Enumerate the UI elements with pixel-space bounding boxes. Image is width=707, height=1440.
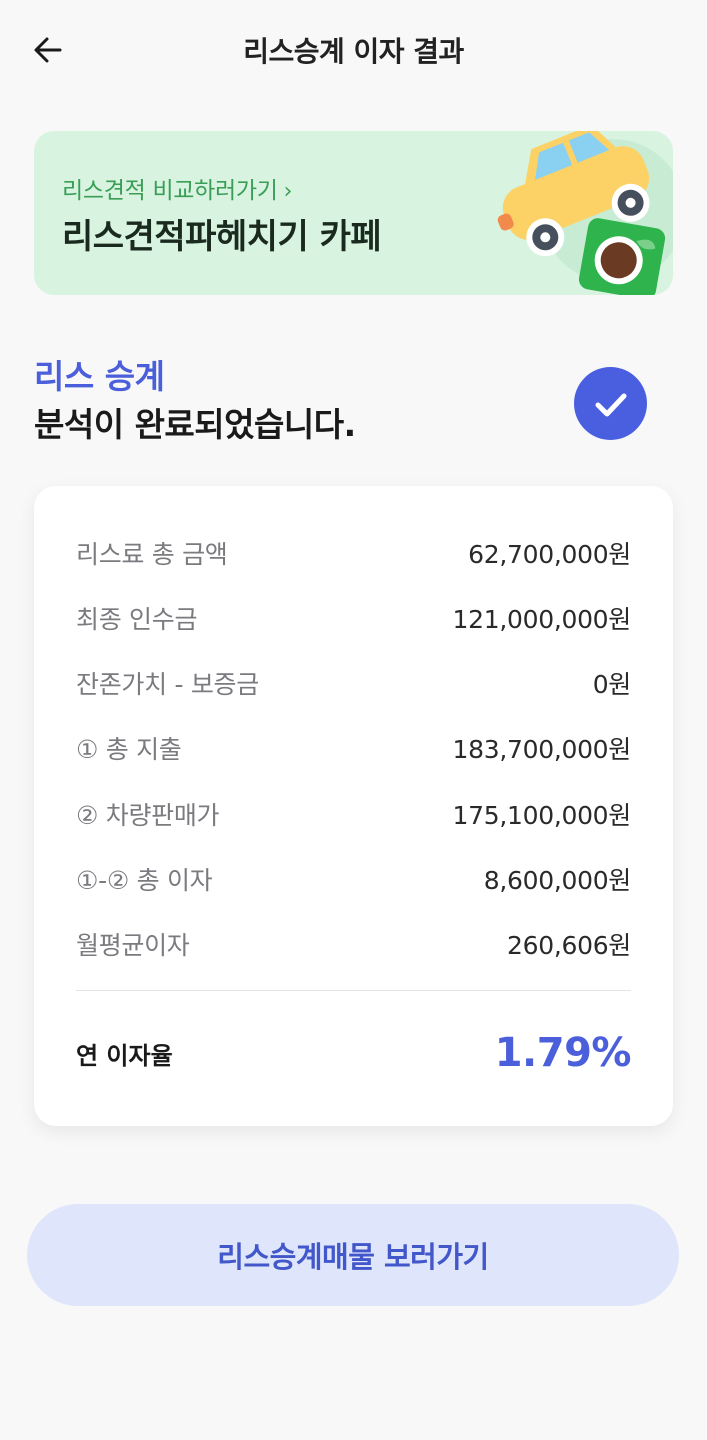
page-title: 리스승계 이자 결과 bbox=[243, 35, 464, 68]
detail-value: 8,600,000원 bbox=[483, 866, 632, 895]
detail-value: 62,700,000원 bbox=[468, 540, 631, 569]
detail-label: ① 총 지출 bbox=[76, 735, 182, 764]
detail-row: 최종 인수금 121,000,000원 bbox=[76, 598, 631, 638]
detail-label: 월평균이자 bbox=[76, 931, 190, 960]
detail-label: ①-② 총 이자 bbox=[76, 866, 213, 895]
detail-value: 0원 bbox=[592, 670, 632, 699]
view-listings-label: 리스승계매물 보러가기 bbox=[217, 1240, 489, 1274]
annual-rate-label: 연 이자율 bbox=[76, 1041, 173, 1070]
detail-value: 121,000,000원 bbox=[452, 605, 632, 634]
detail-label: ② 차량판매가 bbox=[76, 801, 220, 830]
detail-label: 최종 인수금 bbox=[76, 605, 198, 634]
detail-value: 260,606원 bbox=[507, 931, 631, 960]
detail-row: 월평균이자 260,606원 bbox=[76, 924, 631, 964]
divider bbox=[76, 990, 631, 991]
detail-label: 잔존가치 - 보증금 bbox=[76, 670, 259, 699]
detail-row: ① 총 지출 183,700,000원 bbox=[76, 728, 631, 768]
detail-row: 잔존가치 - 보증금 0원 bbox=[76, 663, 631, 703]
detail-value: 183,700,000원 bbox=[452, 735, 632, 764]
cafe-coffee-icon bbox=[578, 218, 666, 295]
car-illustration bbox=[497, 131, 673, 295]
result-accent: 리스 승계 bbox=[34, 357, 165, 396]
cafe-banner[interactable]: 리스견적 비교하러가기 › 리스견적파헤치기 카페 bbox=[34, 131, 673, 295]
result-card: 리스료 총 금액 62,700,000원 최종 인수금 121,000,000원… bbox=[34, 486, 673, 1126]
detail-value: 175,100,000원 bbox=[452, 801, 632, 830]
check-circle-icon bbox=[574, 367, 647, 440]
view-listings-button[interactable]: 리스승계매물 보러가기 bbox=[27, 1204, 679, 1306]
detail-row: 리스료 총 금액 62,700,000원 bbox=[76, 533, 631, 573]
detail-row: ①-② 총 이자 8,600,000원 bbox=[76, 859, 631, 899]
detail-label: 리스료 총 금액 bbox=[76, 540, 228, 569]
result-heading: 리스 승계 분석이 완료되었습니다. bbox=[34, 355, 356, 451]
chevron-right-icon: › bbox=[283, 179, 293, 204]
top-bar: 리스승계 이자 결과 bbox=[0, 0, 707, 100]
annual-rate-value: 1.79% bbox=[494, 1030, 632, 1076]
banner-title: 리스견적파헤치기 카페 bbox=[62, 217, 382, 257]
annual-rate-row: 연 이자율 1.79% bbox=[76, 1026, 632, 1080]
banner-link-label: 리스견적 비교하러가기 bbox=[62, 178, 278, 204]
detail-row: ② 차량판매가 175,100,000원 bbox=[76, 794, 631, 834]
result-message: 분석이 완료되었습니다. bbox=[34, 405, 356, 444]
banner-link[interactable]: 리스견적 비교하러가기 › bbox=[62, 171, 292, 205]
